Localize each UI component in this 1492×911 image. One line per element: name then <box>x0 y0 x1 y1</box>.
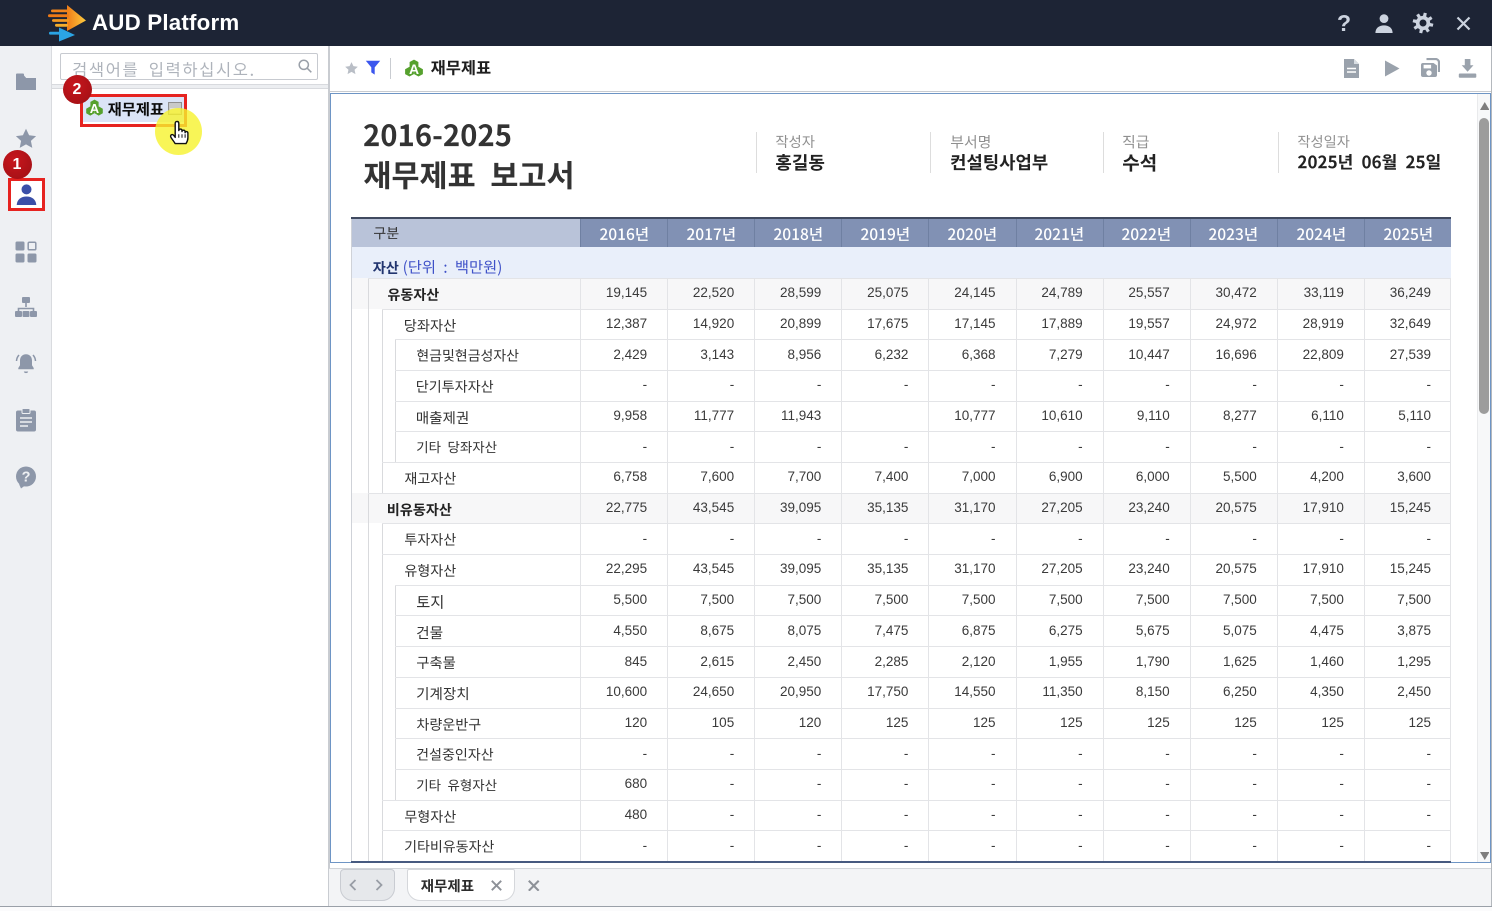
svg-text:?: ? <box>1337 10 1351 36</box>
svg-text:A: A <box>409 61 419 77</box>
svg-text:?: ? <box>22 470 31 486</box>
